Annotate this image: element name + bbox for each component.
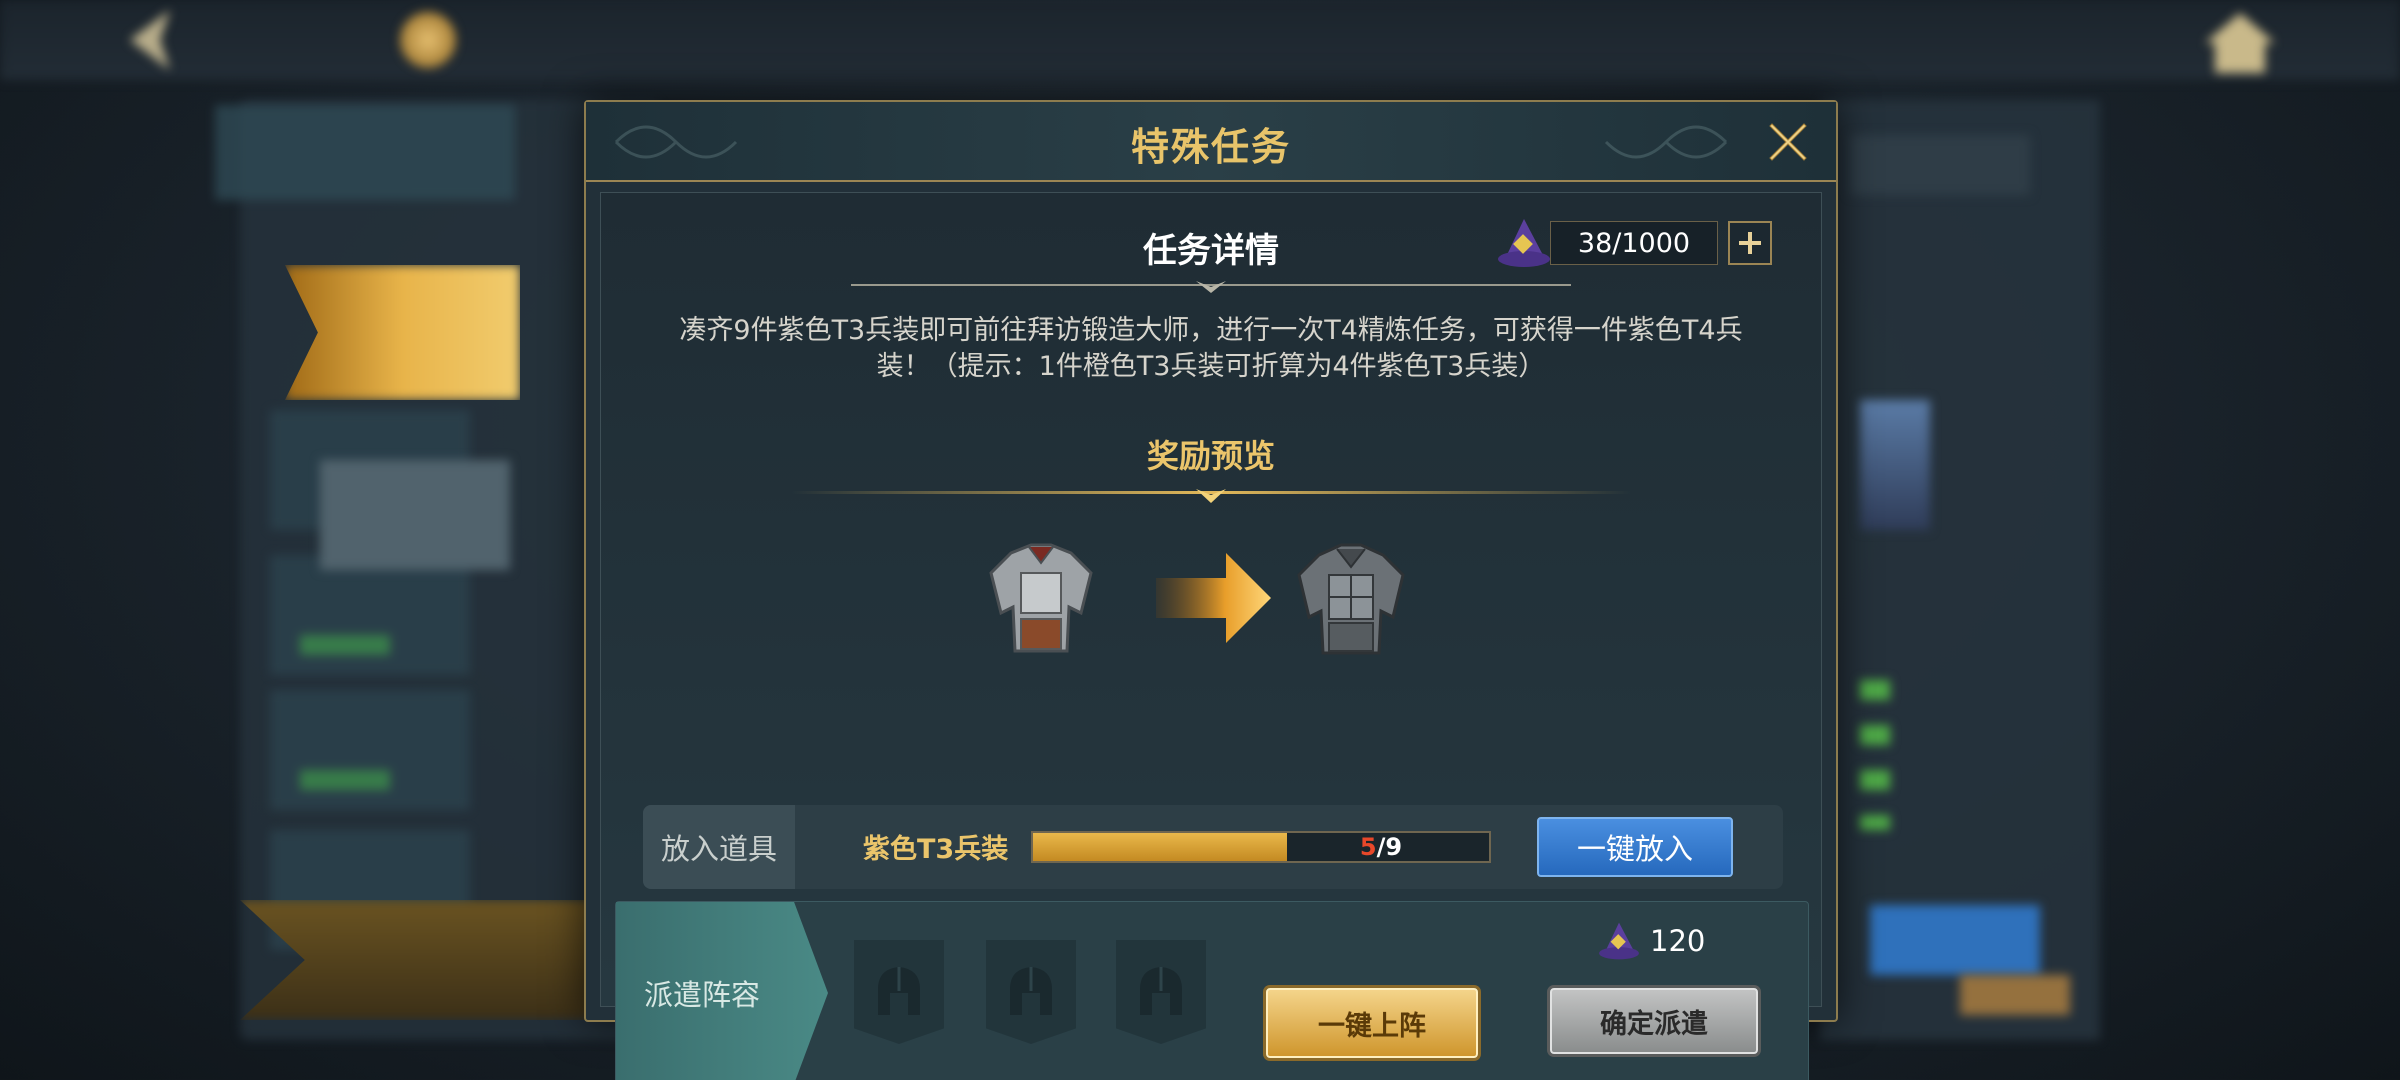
reward-divider	[791, 489, 1631, 503]
put-items-bar: 放入道具 紫色T3兵装 5/9 一键放入	[643, 805, 1783, 889]
home-icon	[2200, 8, 2280, 78]
task-description: 凑齐9件紫色T3兵装即可前往拜访锻造大师，进行一次T4精炼任务，可获得一件紫色T…	[679, 315, 1743, 382]
dispatch-lineup: 派遣阵容 120 一键上阵 确定派遣	[615, 901, 1809, 1080]
reward-preview	[981, 513, 1441, 683]
plus-icon	[1739, 232, 1761, 254]
upgrade-arrow-icon	[1156, 543, 1276, 653]
background-panel-header	[215, 105, 515, 200]
background-list-item	[270, 555, 470, 675]
header-ornament-icon	[1604, 125, 1728, 159]
stamina-counter: 38/1000	[1494, 213, 1772, 273]
required-item-name: 紫色T3兵装	[863, 834, 1009, 865]
background-right-panel	[1820, 100, 2100, 1040]
wizard-hat-icon	[1599, 922, 1639, 960]
dispatch-label: 派遣阵容	[616, 902, 828, 1080]
background-hero-card	[1860, 400, 1930, 530]
background-grey-tab	[320, 460, 510, 570]
background-heart-badge	[1960, 975, 2070, 1015]
one-click-put-button[interactable]: 一键放入	[1537, 817, 1733, 877]
stamina-value: 38/1000	[1550, 221, 1718, 265]
put-items-label: 放入道具	[643, 805, 795, 889]
item-progress-text: 5/9	[1033, 833, 1489, 861]
hero-slot-3[interactable]	[1116, 940, 1206, 1044]
hero-slot-2[interactable]	[986, 940, 1076, 1044]
background-title	[200, 14, 400, 64]
background-coin-icon	[400, 12, 456, 68]
background-selected-tab	[285, 265, 520, 400]
auto-deploy-button[interactable]: 一键上阵	[1266, 988, 1478, 1058]
background-list-item	[270, 690, 470, 810]
section-divider	[851, 281, 1571, 293]
progress-total: 9	[1385, 833, 1403, 861]
item-progress-bar: 5/9	[1031, 831, 1491, 863]
special-task-modal: 特殊任务 任务详情 38/1000 凑齐9件紫色T3兵装即可前往拜访锻造大师，进…	[584, 100, 1838, 1080]
reward-preview-title: 奖励预览	[1146, 437, 1275, 475]
background-check-marks	[1860, 680, 1890, 830]
progress-current: 5	[1359, 833, 1377, 861]
background-blue-button	[1870, 905, 2040, 975]
dispatch-cost-value: 120	[1650, 924, 1706, 958]
background-right-row	[1850, 135, 2030, 195]
dispatch-cost: 120	[1596, 918, 1705, 964]
hero-slot-1[interactable]	[854, 940, 944, 1044]
purple-t4-armor-icon[interactable]	[1291, 533, 1411, 663]
close-button[interactable]	[1758, 112, 1818, 172]
helmet-slot-icon	[1010, 967, 1052, 1015]
close-icon	[1769, 123, 1807, 161]
back-arrow-icon	[110, 0, 190, 80]
modal-header: 特殊任务	[586, 102, 1836, 182]
modal-body: 任务详情 38/1000 凑齐9件紫色T3兵装即可前往拜访锻造大师，进行一次T4…	[600, 192, 1822, 1080]
confirm-dispatch-button[interactable]: 确定派遣	[1550, 988, 1758, 1054]
purple-t3-armor-icon[interactable]	[981, 533, 1101, 663]
helmet-slot-icon	[1140, 967, 1182, 1015]
wizard-hat-icon	[1498, 219, 1550, 267]
helmet-slot-icon	[878, 967, 920, 1015]
add-stamina-button[interactable]	[1728, 221, 1772, 265]
